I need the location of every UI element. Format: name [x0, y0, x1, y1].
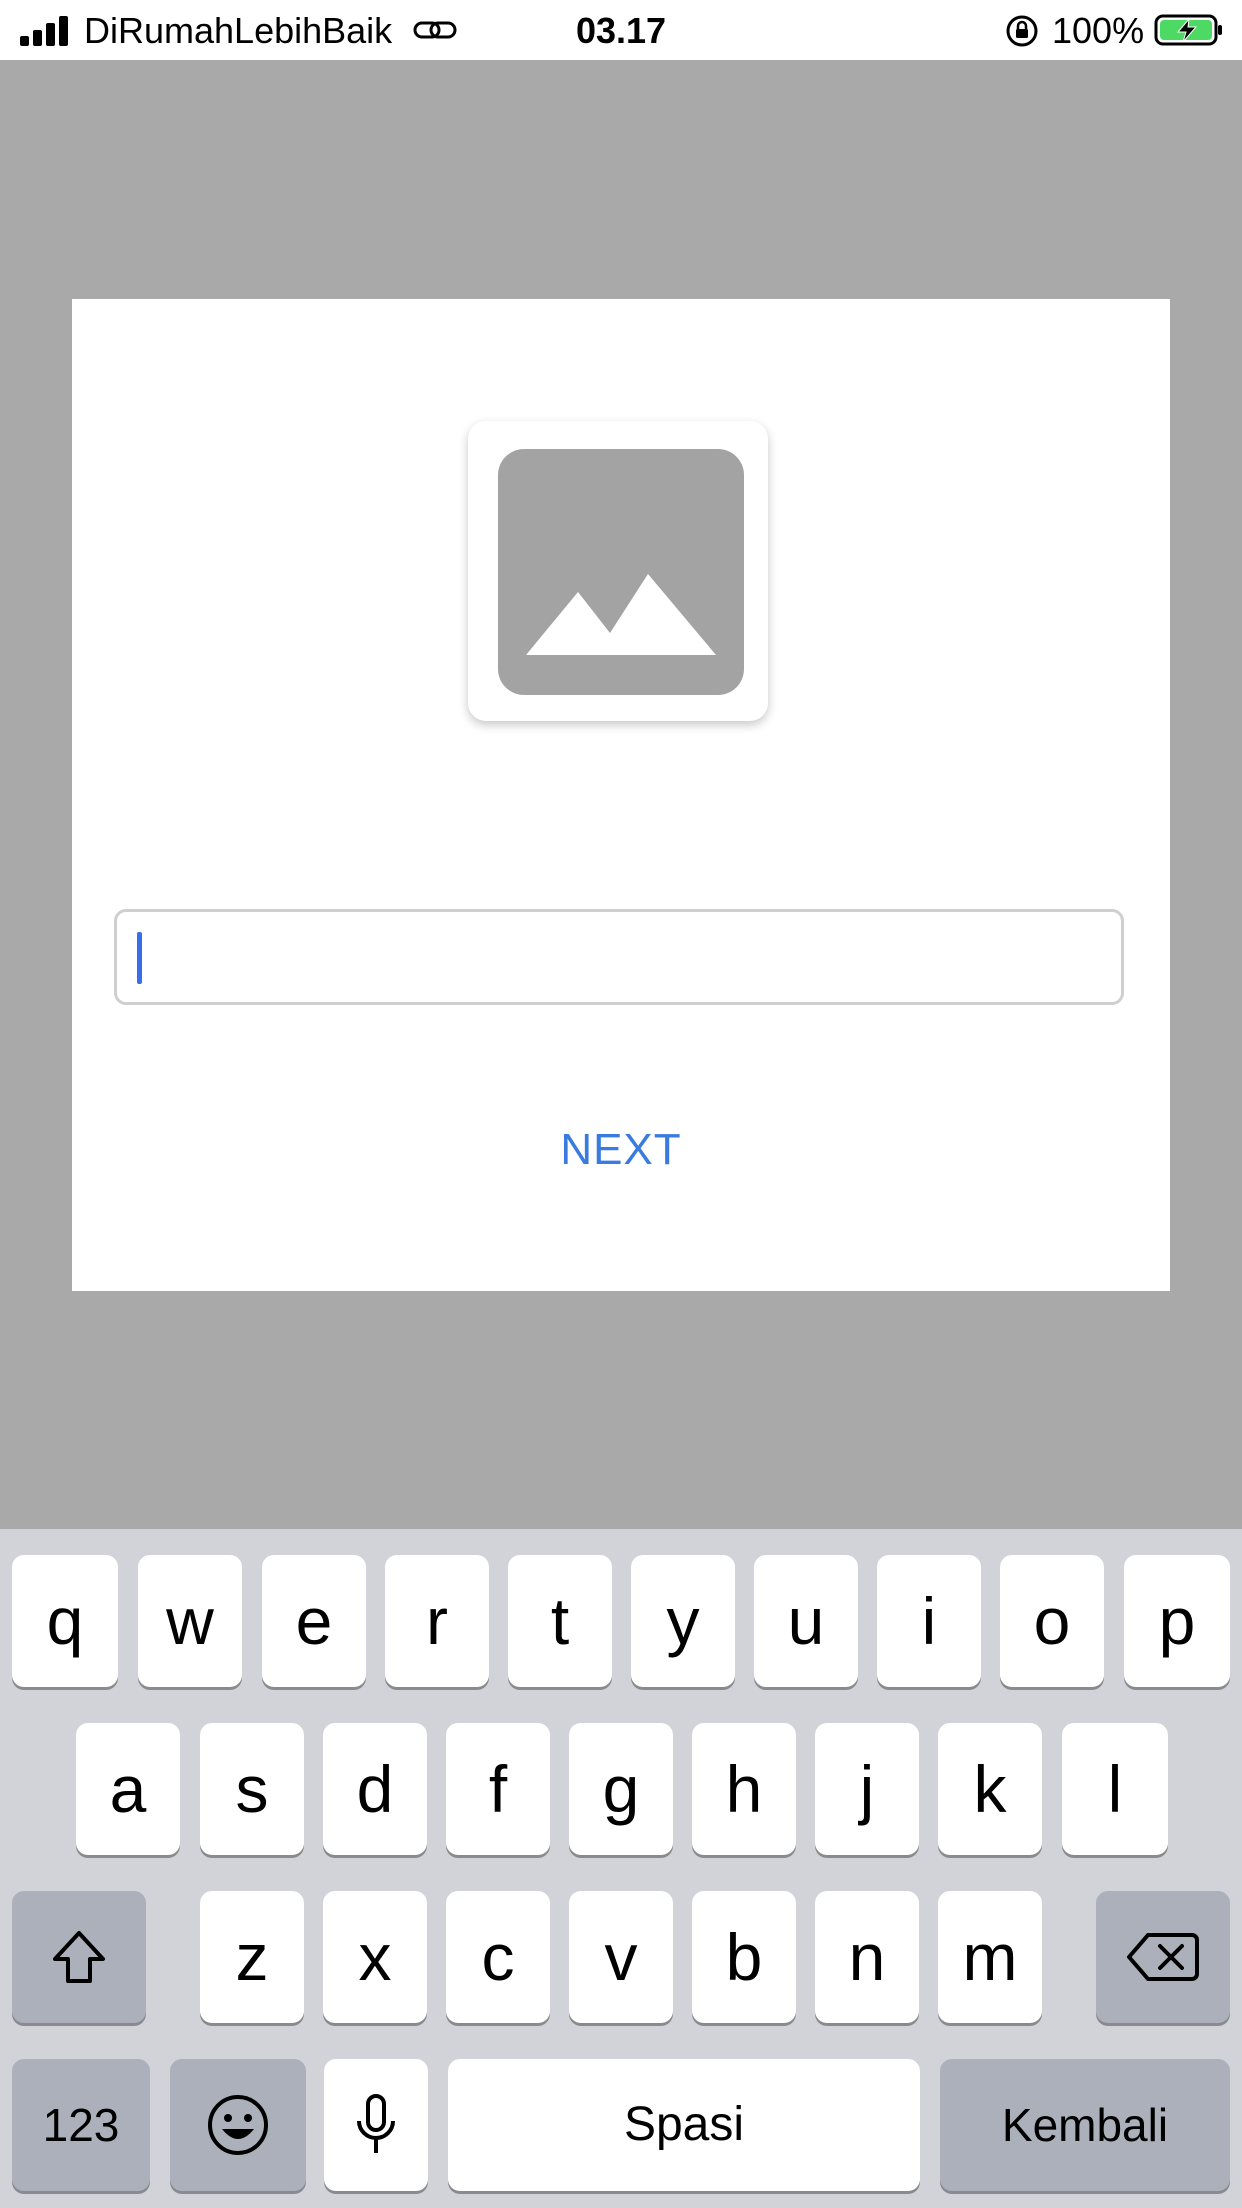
key-m[interactable]: m [938, 1891, 1042, 2023]
microphone-icon [357, 2094, 395, 2153]
key-label: i [921, 1584, 937, 1658]
key-z[interactable]: z [200, 1891, 304, 2023]
key-n[interactable]: n [815, 1891, 919, 2023]
image-placeholder-icon [498, 449, 744, 695]
shift-key[interactable] [12, 1891, 146, 2023]
key-label: y [666, 1584, 700, 1658]
key-label: v [604, 1920, 638, 1994]
key-label: h [725, 1752, 763, 1826]
key-t[interactable]: t [508, 1555, 612, 1687]
space-key-label: Spasi [623, 2098, 745, 2151]
battery-percentage: 100% [1052, 10, 1145, 51]
key-v[interactable]: v [569, 1891, 673, 2023]
backspace-key[interactable] [1096, 1891, 1230, 2023]
key-label: m [962, 1920, 1018, 1994]
key-d[interactable]: d [323, 1723, 427, 1855]
text-cursor [137, 932, 142, 984]
key-f[interactable]: f [446, 1723, 550, 1855]
key-label: d [356, 1752, 394, 1826]
key-label: z [235, 1920, 269, 1994]
key-label: e [295, 1584, 333, 1658]
next-button[interactable]: NEXT [72, 1125, 1170, 1175]
key-i[interactable]: i [877, 1555, 981, 1687]
key-r[interactable]: r [385, 1555, 489, 1687]
key-q[interactable]: q [12, 1555, 118, 1687]
orientation-lock-icon [1006, 15, 1038, 47]
return-key-label: Kembali [1001, 2099, 1169, 2151]
key-x[interactable]: x [323, 1891, 427, 2023]
key-k[interactable]: k [938, 1723, 1042, 1855]
input-dialog: NEXT [72, 299, 1170, 1291]
battery-charging-icon [1154, 14, 1222, 46]
key-a[interactable]: a [76, 1723, 180, 1855]
key-j[interactable]: j [815, 1723, 919, 1855]
key-p[interactable]: p [1124, 1555, 1230, 1687]
key-c[interactable]: c [446, 1891, 550, 2023]
key-label: u [787, 1584, 825, 1658]
key-label: o [1033, 1584, 1071, 1658]
key-label: s [235, 1752, 269, 1826]
key-label: c [481, 1920, 515, 1994]
shift-icon [53, 1931, 105, 1983]
key-label: b [725, 1920, 763, 1994]
status-bar: DiRumahLebihBaik 03.17 100% [0, 0, 1242, 60]
key-o[interactable]: o [1000, 1555, 1104, 1687]
key-label: t [550, 1584, 570, 1658]
image-thumbnail [468, 421, 768, 721]
key-label: g [602, 1752, 640, 1826]
key-label: l [1107, 1752, 1123, 1826]
text-input-field[interactable] [114, 909, 1124, 1005]
key-label: r [426, 1584, 448, 1658]
key-w[interactable]: w [138, 1555, 242, 1687]
key-label: x [358, 1920, 392, 1994]
key-label: w [166, 1584, 214, 1658]
numbers-key[interactable]: 123 [12, 2059, 150, 2191]
backspace-icon [1127, 1933, 1199, 1981]
key-label: a [109, 1752, 147, 1826]
space-key[interactable]: Spasi [448, 2059, 920, 2191]
emoji-icon [208, 2095, 268, 2155]
key-label: q [46, 1584, 84, 1658]
on-screen-keyboard: q w e r t y u i o p a s d f g h j k l z … [0, 1529, 1242, 2208]
key-s[interactable]: s [200, 1723, 304, 1855]
emoji-key[interactable] [170, 2059, 306, 2191]
key-label: n [848, 1920, 886, 1994]
key-label: p [1158, 1584, 1196, 1658]
key-e[interactable]: e [262, 1555, 366, 1687]
key-g[interactable]: g [569, 1723, 673, 1855]
numbers-key-label: 123 [42, 2099, 120, 2151]
key-label: j [859, 1752, 875, 1826]
key-label: k [973, 1752, 1007, 1826]
return-key[interactable]: Kembali [940, 2059, 1230, 2191]
key-u[interactable]: u [754, 1555, 858, 1687]
key-b[interactable]: b [692, 1891, 796, 2023]
key-y[interactable]: y [631, 1555, 735, 1687]
key-label: f [488, 1752, 508, 1826]
key-l[interactable]: l [1062, 1723, 1168, 1855]
key-h[interactable]: h [692, 1723, 796, 1855]
dictation-key[interactable] [324, 2059, 428, 2191]
